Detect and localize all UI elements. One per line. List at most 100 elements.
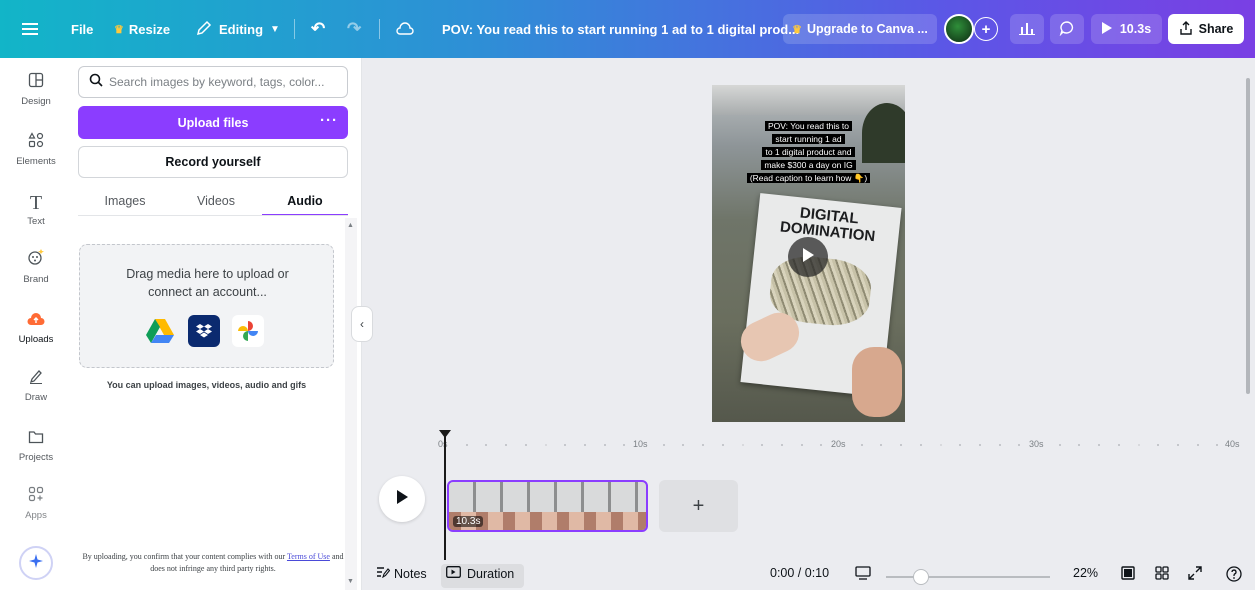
ruler-minor-tick [940,444,942,446]
ruler-minor-tick [604,444,606,446]
folder-icon [0,426,72,452]
upgrade-button[interactable]: ♛ Upgrade to Canva ... [783,14,937,44]
tab-images[interactable]: Images [94,188,156,216]
timeline-play-button[interactable] [379,476,425,522]
cloud-upload-icon [0,308,72,334]
notes-button[interactable]: Notes [376,566,427,581]
caption-line-5: (Read caption to learn how 👇) [746,173,871,183]
play-icon [1101,21,1112,37]
magic-assistant-button[interactable] [19,546,53,580]
plus-icon: + [974,17,998,41]
present-play-button[interactable]: 10.3s [1091,14,1162,44]
video-caption: POV: You read this to start running 1 ad… [712,120,905,185]
page-view-icon[interactable] [1121,566,1135,580]
zoom-level[interactable]: 22% [1073,566,1098,580]
dropzone-line-2: connect an account... [148,285,267,299]
file-menu[interactable]: File [71,0,93,58]
canvas-scrollbar[interactable] [1246,78,1250,394]
redo-icon[interactable]: ↷ [347,0,361,58]
add-clip-button[interactable]: + [659,480,738,532]
duration-label: Duration [467,566,515,581]
resize-button[interactable]: ♛ Resize [114,0,170,58]
ruler-minor-tick [505,444,507,446]
clip-duration: 10.3s [453,516,484,527]
draw-pen-icon [0,366,72,392]
pages-view-icon[interactable] [855,566,871,580]
upload-legal-notice: By uploading, you confirm that your cont… [77,551,349,575]
ruler-minor-tick [761,444,763,446]
share-label: Share [1198,22,1234,36]
rail-label-projects: Projects [18,452,54,463]
ruler-minor-tick [1138,444,1140,446]
rail-item-text[interactable]: T Text [0,190,72,246]
upload-files-button[interactable]: Upload files ··· [78,106,348,139]
rail-label-text: Text [27,216,45,227]
ruler-minor-tick [485,444,487,446]
tab-audio[interactable]: Audio [262,188,348,216]
upload-hint: You can upload images, videos, audio and… [106,380,307,390]
text-t-icon: T [29,192,43,214]
share-button[interactable]: Share [1168,14,1244,44]
ruler-minor-tick [900,444,902,446]
rail-item-elements[interactable]: Elements [0,130,72,186]
scroll-down-icon[interactable]: ▼ [347,578,354,585]
menu-icon[interactable] [22,0,38,58]
undo-icon[interactable]: ↶ [311,0,325,58]
tab-videos[interactable]: Videos [184,188,248,216]
upload-dropzone[interactable]: Drag media here to upload or connect an … [79,244,334,368]
editing-label: Editing [219,21,264,37]
google-photos-icon[interactable] [232,315,264,347]
collapse-panel-button[interactable]: ‹ [351,306,373,342]
rail-label-apps: Apps [25,510,47,521]
ruler-minor-tick [781,444,783,446]
rail-item-apps[interactable]: Apps [0,484,72,540]
rail-item-uploads[interactable]: Uploads [0,308,72,364]
cloud-saved-icon[interactable] [396,0,414,58]
record-yourself-button[interactable]: Record yourself [78,146,348,178]
dropbox-icon[interactable] [188,315,220,347]
duration-icon [446,566,461,581]
help-icon[interactable] [1226,566,1242,582]
elements-shapes-icon [0,130,72,156]
google-drive-icon[interactable] [144,315,176,347]
ruler-tick-label: 0s [438,439,448,449]
caption-line-4: make $300 a day on IG [761,160,856,170]
grid-view-icon[interactable] [1155,566,1169,580]
upgrade-label: Upgrade to Canva ... [807,22,928,36]
ruler-minor-tick [1118,444,1120,446]
video-clip[interactable]: 10.3s [447,480,648,532]
insights-button[interactable] [1010,14,1044,44]
panel-scrollbar[interactable]: ▲ ▼ [345,218,357,590]
comments-button[interactable] [1050,14,1084,44]
zoom-slider-track[interactable] [886,576,1050,578]
terms-of-use-link[interactable]: Terms of Use [287,552,330,561]
ruler-minor-tick [1157,444,1159,446]
rail-item-design[interactable]: Design [0,70,72,126]
rail-item-draw[interactable]: Draw [0,366,72,422]
document-title[interactable]: POV: You read this to start running 1 ad… [442,0,799,58]
rail-item-brand[interactable]: Brand [0,248,72,304]
playhead[interactable] [444,436,446,560]
apps-grid-icon [0,484,72,510]
chevron-left-icon: ‹ [360,317,364,331]
rail-item-projects[interactable]: Projects [0,426,72,482]
fullscreen-icon[interactable] [1188,566,1202,580]
notes-icon [376,566,391,581]
search-box[interactable] [78,66,348,98]
rail-label-design: Design [21,96,51,107]
ruler-minor-tick [466,444,468,446]
ruler-minor-tick [861,444,863,446]
upload-files-label: Upload files [177,115,249,130]
duration-button-content[interactable]: Duration [446,566,514,581]
more-options-icon[interactable]: ··· [320,112,338,129]
zoom-slider-handle[interactable] [913,569,929,585]
rail-label-elements: Elements [16,156,56,167]
canvas-play-button[interactable] [788,237,828,277]
scroll-up-icon[interactable]: ▲ [347,222,354,229]
collaborator-avatar[interactable] [944,0,974,58]
ruler-minor-tick [742,444,744,446]
add-collaborator-button[interactable]: + [974,0,998,58]
search-input[interactable] [109,75,334,89]
time-readout: 0:00 / 0:10 [770,566,830,580]
editing-mode-button[interactable]: Editing ▼ [196,0,280,58]
